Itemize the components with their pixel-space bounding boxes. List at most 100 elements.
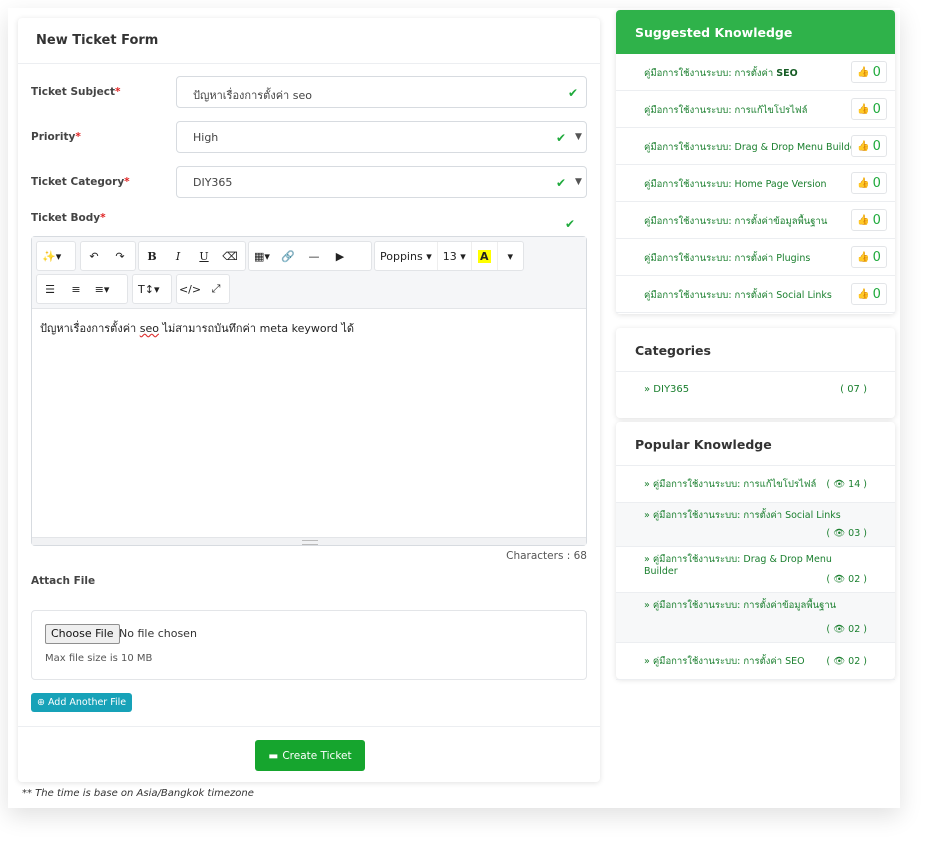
- like-button[interactable]: 👍 0: [851, 172, 887, 194]
- timezone-footnote: ** The time is base on Asia/Bangkok time…: [22, 788, 254, 799]
- categories-title: Categories: [616, 328, 895, 372]
- popular-item-link[interactable]: » คู่มือการใช้งานระบบ: Drag & Drop Menu …: [644, 554, 849, 578]
- suggested-item: คู่มือการใช้งานระบบ: การตั้งค่า SEO 👍 0: [616, 54, 895, 91]
- choose-file-button[interactable]: Choose File: [45, 624, 120, 644]
- suggested-item-link[interactable]: คู่มือการใช้งานระบบ: การแก้ไขโปรไฟล์: [644, 103, 807, 118]
- line-height-button[interactable]: T↕ ▾: [133, 275, 164, 303]
- create-ticket-button[interactable]: ▬ Create Ticket: [255, 740, 365, 771]
- page-canvas: New Ticket Form Ticket Subject* ปัญหาเรื…: [8, 8, 900, 808]
- popular-item-link[interactable]: » คู่มือการใช้งานระบบ: การตั้งค่า Social…: [644, 510, 849, 522]
- view-count: ( 👁 02 ): [826, 624, 867, 635]
- plus-circle-icon: ⊕: [37, 697, 45, 708]
- like-button[interactable]: 👍 0: [851, 209, 887, 231]
- category-valid-check-icon: ✔: [556, 176, 567, 190]
- like-button[interactable]: 👍 0: [851, 135, 887, 157]
- video-icon[interactable]: ▶: [327, 242, 353, 270]
- font-size-select[interactable]: 13 ▾: [436, 242, 471, 270]
- align-icon[interactable]: ≡▾: [89, 275, 115, 303]
- suggested-item-link[interactable]: คู่มือการใช้งานระบบ: Home Page Version: [644, 177, 827, 192]
- category-item: » DIY365 ( 07 ): [616, 372, 895, 410]
- table-icon[interactable]: ▦▾: [249, 242, 275, 270]
- thumbs-up-icon: 👍: [857, 140, 870, 152]
- underline-button[interactable]: U: [191, 242, 217, 270]
- like-count: 0: [872, 212, 881, 228]
- thumbs-up-icon: 👍: [857, 288, 870, 300]
- like-button[interactable]: 👍 0: [851, 61, 887, 83]
- priority-valid-check-icon: ✔: [556, 131, 567, 145]
- code-view-button[interactable]: </>: [177, 275, 203, 303]
- view-group: </> ⤢: [176, 274, 230, 304]
- ticket-category-label: Ticket Category*: [31, 176, 130, 188]
- undo-icon[interactable]: ↶: [81, 242, 107, 270]
- rich-text-editor: ✨▾ ↶ ↷ B I U ⌫ ▦▾ 🔗 — ▶ Poppins ▾ 13 ▾ A…: [31, 236, 587, 546]
- popular-item: » คู่มือการใช้งานระบบ: Drag & Drop Menu …: [616, 547, 895, 593]
- body-valid-check-icon: ✔: [565, 217, 576, 231]
- subject-valid-check-icon: ✔: [568, 86, 579, 100]
- style-group: ✨▾: [36, 241, 76, 271]
- like-count: 0: [872, 286, 881, 302]
- suggested-item-link[interactable]: คู่มือการใช้งานระบบ: การตั้งค่าข้อมูลพื้…: [644, 214, 827, 229]
- italic-button[interactable]: I: [165, 242, 191, 270]
- thumbs-up-icon: 👍: [857, 251, 870, 263]
- like-count: 0: [872, 138, 881, 154]
- eraser-icon[interactable]: ⌫: [217, 242, 243, 270]
- fullscreen-icon[interactable]: ⤢: [203, 275, 229, 303]
- color-chevron-down-icon[interactable]: ▾: [496, 242, 523, 270]
- bulleted-list-icon[interactable]: ☰: [37, 275, 63, 303]
- view-count: ( 👁 02 ): [826, 656, 867, 667]
- suggested-item: คู่มือการใช้งานระบบ: Drag & Drop Menu Bu…: [616, 128, 895, 165]
- create-ticket-label: Create Ticket: [282, 749, 352, 762]
- ticket-category-select[interactable]: DIY365: [176, 166, 587, 198]
- like-button[interactable]: 👍 0: [851, 246, 887, 268]
- category-chevron-down-icon[interactable]: ▼: [575, 177, 582, 187]
- link-icon[interactable]: 🔗: [275, 242, 301, 270]
- bold-button[interactable]: B: [139, 242, 165, 270]
- add-another-file-label: Add Another File: [47, 697, 127, 708]
- suggested-knowledge-panel: Suggested Knowledge คู่มือการใช้งานระบบ:…: [616, 10, 895, 314]
- suggested-item: คู่มือการใช้งานระบบ: Home Page Version 👍 0: [616, 165, 895, 202]
- suggested-item-link[interactable]: คู่มือการใช้งานระบบ: การตั้งค่า Social L…: [644, 288, 832, 303]
- popular-knowledge-list: » คู่มือการใช้งานระบบ: การแก้ไขโปรไฟล์( …: [616, 466, 895, 680]
- redo-icon[interactable]: ↷: [107, 242, 133, 270]
- horizontal-rule-icon[interactable]: —: [301, 242, 327, 270]
- popular-item-link[interactable]: » คู่มือการใช้งานระบบ: การตั้งค่า SEO: [644, 656, 824, 668]
- like-count: 0: [872, 64, 881, 80]
- suggested-knowledge-title: Suggested Knowledge: [616, 10, 895, 54]
- suggested-item: คู่มือการใช้งานระบบ: การตั้งค่า Plugins 👍…: [616, 239, 895, 276]
- category-link[interactable]: » DIY365: [644, 384, 689, 395]
- popular-item-link[interactable]: » คู่มือการใช้งานระบบ: การตั้งค่าข้อมูลพ…: [644, 600, 849, 612]
- view-count: ( 👁 14 ): [826, 479, 867, 490]
- editor-resize-handle[interactable]: [32, 537, 586, 545]
- suggested-item: คู่มือการใช้งานระบบ: การตั้งค่า Social L…: [616, 276, 895, 313]
- highlight-color-button[interactable]: A: [470, 242, 497, 270]
- suggested-item: คู่มือการใช้งานระบบ: การตั้งค่าข้อมูลพื้…: [616, 202, 895, 239]
- popular-item: » คู่มือการใช้งานระบบ: การตั้งค่า Social…: [616, 503, 895, 547]
- popular-knowledge-title: Popular Knowledge: [616, 422, 895, 466]
- ticket-subject-input[interactable]: ปัญหาเรื่องการตั้งค่า seo: [176, 76, 587, 108]
- popular-item-link[interactable]: » คู่มือการใช้งานระบบ: การแก้ไขโปรไฟล์: [644, 479, 824, 491]
- form-title: New Ticket Form: [18, 18, 600, 64]
- ticket-subject-label: Ticket Subject*: [31, 86, 121, 98]
- font-group: Poppins ▾ 13 ▾ A ▾: [374, 241, 524, 271]
- editor-content[interactable]: ปัญหาเรื่องการตั้งค่า seo ไม่สามารถบันทึ…: [32, 309, 586, 347]
- font-family-select[interactable]: Poppins ▾: [375, 242, 437, 270]
- like-button[interactable]: 👍 0: [851, 98, 887, 120]
- suggested-item-link[interactable]: คู่มือการใช้งานระบบ: การตั้งค่า SEO: [644, 66, 798, 81]
- priority-select[interactable]: High: [176, 121, 587, 153]
- like-count: 0: [872, 101, 881, 117]
- magic-wand-icon[interactable]: ✨▾: [37, 242, 66, 270]
- file-upload-box: Choose File No file chosen Max file size…: [31, 610, 587, 680]
- suggested-item-link[interactable]: คู่มือการใช้งานระบบ: การตั้งค่า Plugins: [644, 251, 810, 266]
- max-file-size-text: Max file size is 10 MB: [45, 653, 153, 664]
- priority-chevron-down-icon[interactable]: ▼: [575, 132, 582, 142]
- add-another-file-button[interactable]: ⊕ Add Another File: [31, 693, 133, 712]
- suggested-item-link[interactable]: คู่มือการใช้งานระบบ: Drag & Drop Menu Bu…: [644, 140, 860, 155]
- popular-item: » คู่มือการใช้งานระบบ: การแก้ไขโปรไฟล์( …: [616, 466, 895, 503]
- numbered-list-icon[interactable]: ≡: [63, 275, 89, 303]
- priority-label: Priority*: [31, 131, 81, 143]
- popular-item: » คู่มือการใช้งานระบบ: การตั้งค่าข้อมูลพ…: [616, 593, 895, 643]
- like-button[interactable]: 👍 0: [851, 283, 887, 305]
- view-count: ( 👁 02 ): [826, 574, 867, 585]
- character-count: Characters : 68: [506, 550, 587, 562]
- ticket-icon: ▬: [268, 749, 279, 762]
